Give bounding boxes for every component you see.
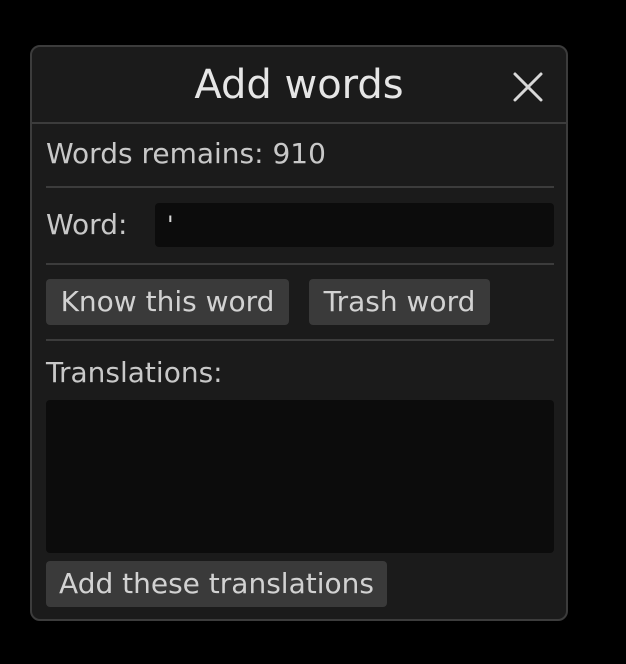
word-input[interactable]: [155, 203, 554, 247]
add-words-dialog: Add words Words remains: 910 Word: Know …: [30, 45, 568, 621]
word-label: Word:: [46, 208, 128, 241]
separator: [46, 186, 554, 188]
translations-label: Translations:: [46, 356, 223, 389]
translations-textarea[interactable]: [46, 400, 554, 553]
separator: [46, 263, 554, 265]
close-button[interactable]: [512, 71, 544, 103]
close-icon[interactable]: [512, 71, 544, 103]
know-this-word-button[interactable]: Know this word: [46, 279, 289, 325]
dialog-title: Add words: [194, 62, 404, 108]
separator: [46, 339, 554, 341]
dialog-titlebar[interactable]: Add words: [32, 47, 566, 124]
trash-word-button[interactable]: Trash word: [309, 279, 490, 325]
add-translations-button[interactable]: Add these translations: [46, 561, 387, 607]
words-remains-text: Words remains: 910: [46, 137, 326, 170]
